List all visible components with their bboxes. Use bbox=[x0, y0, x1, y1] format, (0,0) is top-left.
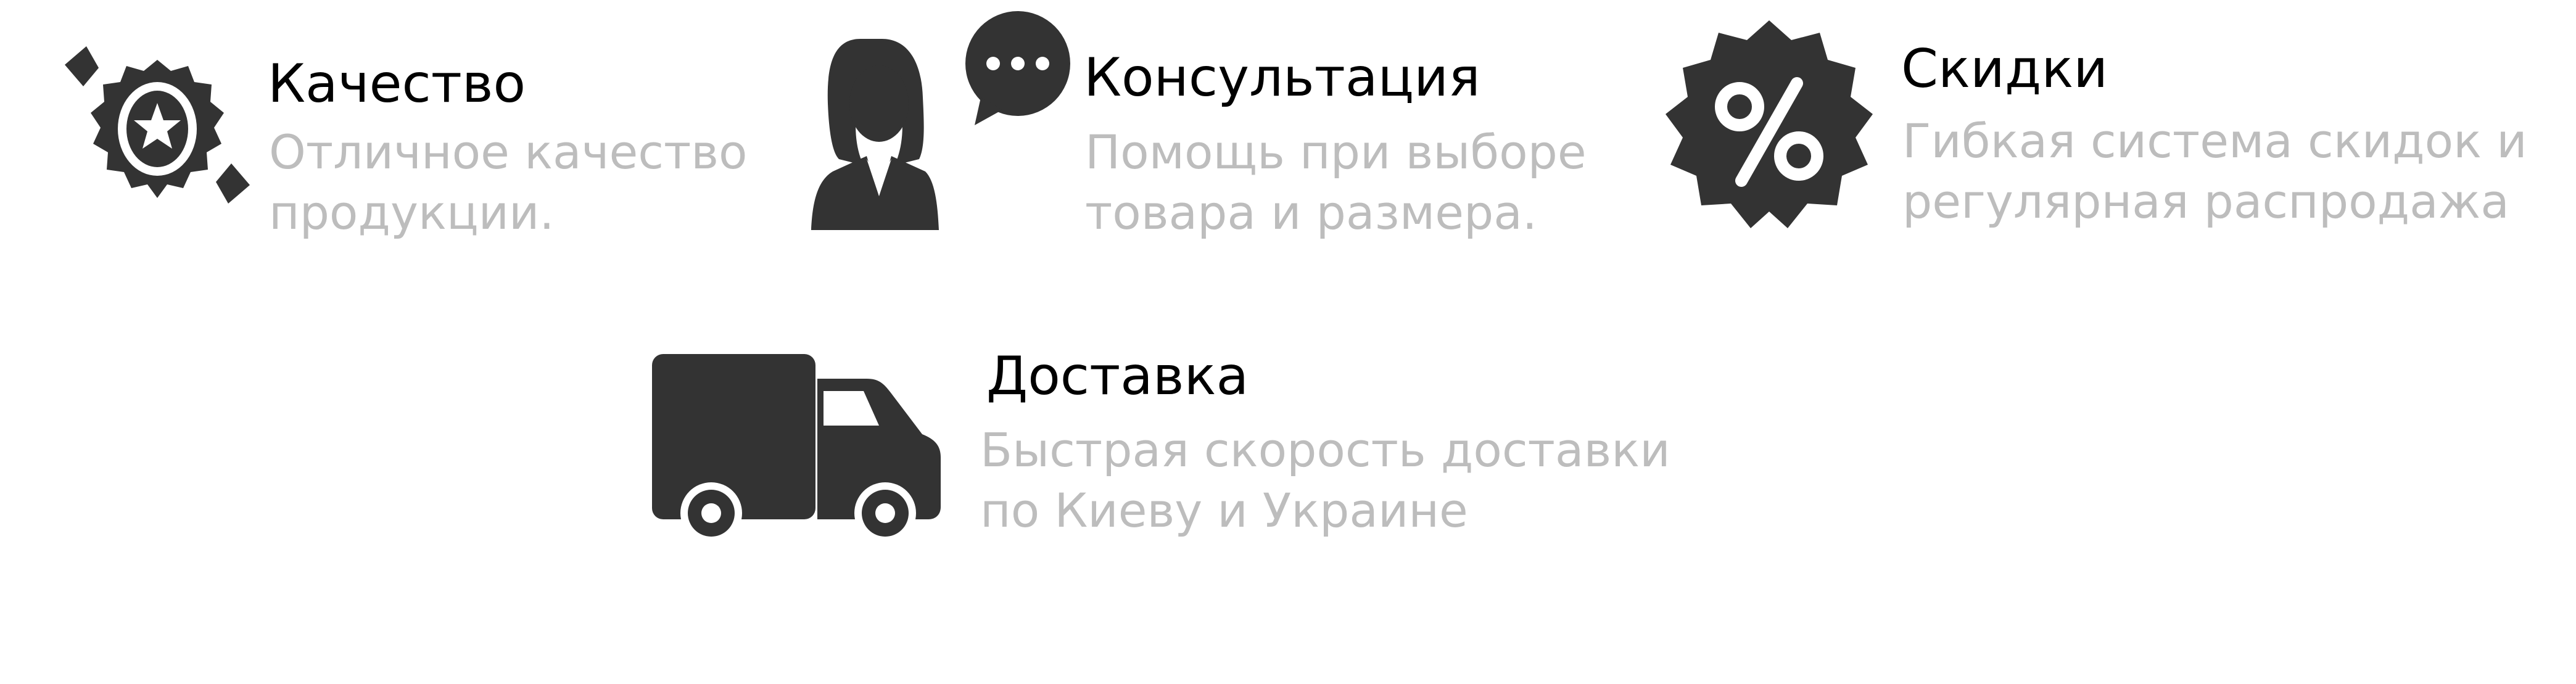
discount-percent-icon bbox=[1666, 20, 1873, 228]
description-line: Отличное качество bbox=[269, 125, 748, 179]
feature-title: Консультация bbox=[1084, 47, 1480, 109]
description-line: товара и размера. bbox=[1085, 185, 1537, 240]
consultant-chat-icon bbox=[811, 11, 1070, 230]
description-line: Помощь при выборе bbox=[1085, 125, 1587, 179]
description-line: продукции. bbox=[269, 185, 555, 240]
feature-title: Скидки bbox=[1901, 38, 2108, 100]
feature-description: Гибкая система скидок и регулярная распр… bbox=[1902, 111, 2527, 232]
feature-description: Быстрая скорость доставки по Киеву и Укр… bbox=[980, 420, 1670, 541]
feature-title: Качество bbox=[268, 53, 526, 115]
feature-description: Помощь при выборе товара и размера. bbox=[1085, 122, 1587, 243]
feature-description: Отличное качество продукции. bbox=[269, 122, 748, 243]
description-line: регулярная распродажа bbox=[1902, 174, 2509, 229]
award-badge-icon bbox=[65, 46, 250, 204]
delivery-truck-icon bbox=[652, 354, 941, 544]
description-line: по Киеву и Украине bbox=[980, 483, 1468, 538]
description-line: Гибкая система скидок и bbox=[1902, 113, 2527, 168]
description-line: Быстрая скорость доставки bbox=[980, 422, 1670, 477]
feature-title: Доставка bbox=[986, 345, 1249, 407]
